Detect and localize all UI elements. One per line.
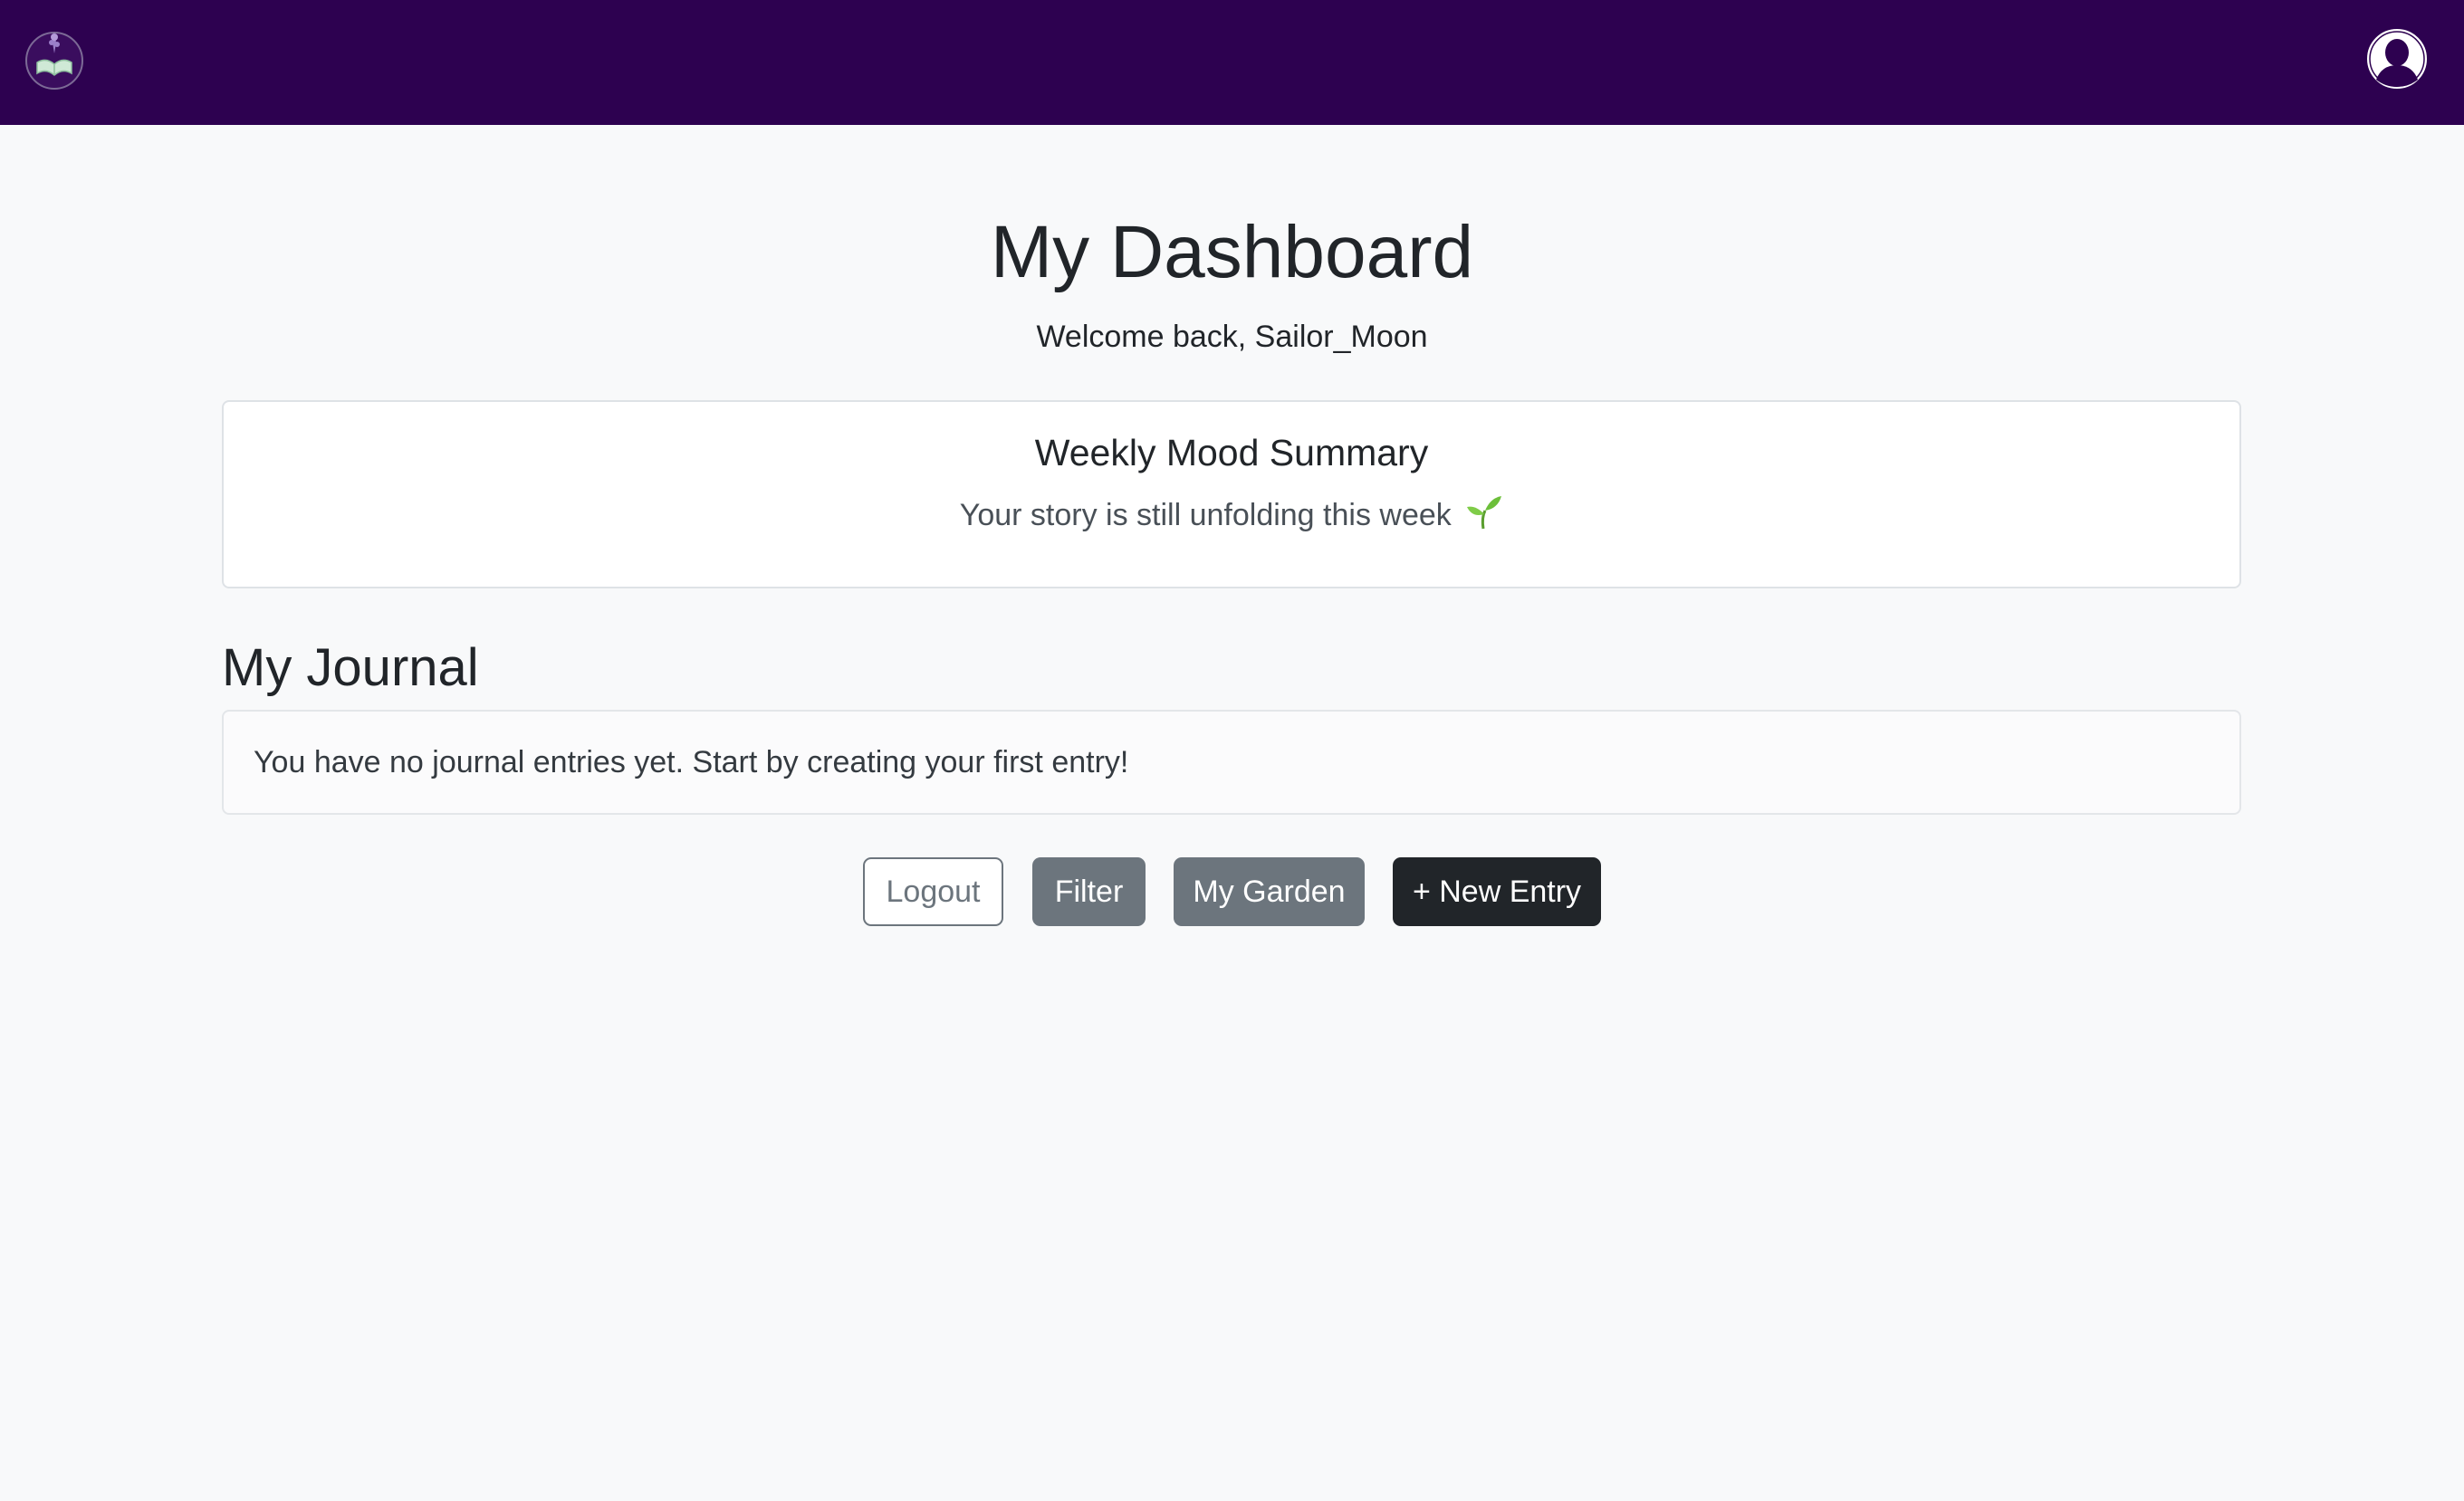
mood-summary-text: Your story is still unfolding this week <box>959 498 1452 532</box>
journal-section-title: My Journal <box>222 638 479 697</box>
top-navbar <box>0 0 2464 125</box>
logout-button[interactable]: Logout <box>863 857 1003 926</box>
mood-summary-text-row: Your story is still unfolding this week <box>224 492 2239 534</box>
new-entry-button[interactable]: + New Entry <box>1393 857 1601 926</box>
filter-button[interactable]: Filter <box>1032 857 1146 926</box>
weekly-mood-summary-card: Weekly Mood Summary Your story is still … <box>222 400 2241 588</box>
sprout-icon <box>1467 496 1502 530</box>
my-garden-button[interactable]: My Garden <box>1174 857 1365 926</box>
page-title: My Dashboard <box>990 211 1474 293</box>
action-buttons: Logout Filter My Garden + New Entry <box>0 857 2464 928</box>
user-avatar-icon[interactable] <box>2363 25 2430 92</box>
welcome-message: Welcome back, Sailor_Moon <box>1036 320 1428 354</box>
book-with-flower-logo-icon[interactable] <box>24 24 84 90</box>
journal-empty-state: You have no journal entries yet. Start b… <box>222 710 2241 815</box>
dashboard-page: My Dashboard Welcome back, Sailor_Moon W… <box>0 125 2464 1501</box>
mood-summary-title: Weekly Mood Summary <box>1034 432 1429 473</box>
